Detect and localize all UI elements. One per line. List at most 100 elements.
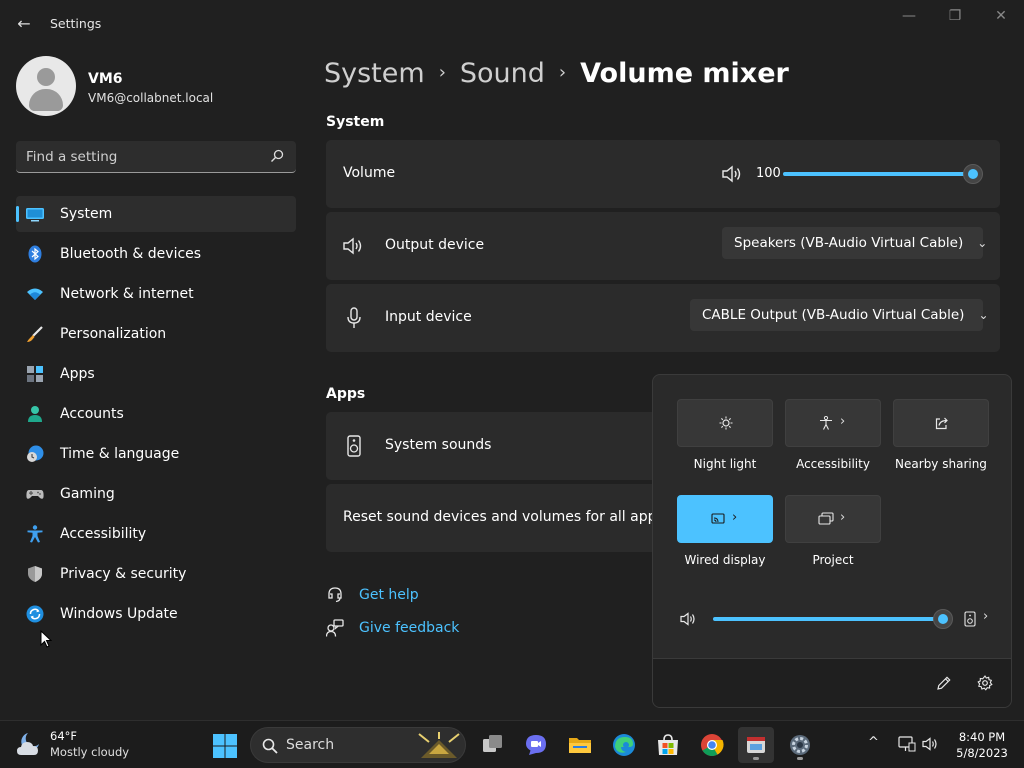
chat-button[interactable] bbox=[520, 729, 552, 761]
sidebar-item-network[interactable]: Network & internet bbox=[16, 276, 296, 312]
task-view-button[interactable] bbox=[477, 729, 509, 761]
network-icon[interactable] bbox=[898, 736, 916, 752]
clock-time[interactable]: 8:40 PM bbox=[947, 730, 1017, 744]
apps-icon bbox=[27, 366, 43, 382]
accessibility-icon bbox=[27, 525, 43, 543]
brush-icon bbox=[27, 326, 43, 342]
volume-slider-track[interactable] bbox=[783, 172, 973, 176]
input-device-dropdown[interactable]: CABLE Output (VB-Audio Virtual Cable) ⌄ bbox=[690, 299, 989, 331]
output-device-dropdown[interactable]: Speakers (VB-Audio Virtual Cable) ⌄ bbox=[722, 227, 987, 259]
sidebar-item-label: Accounts bbox=[60, 406, 124, 422]
cloud-moon-icon bbox=[17, 733, 39, 755]
sidebar-item-bluetooth[interactable]: Bluetooth & devices bbox=[16, 236, 296, 272]
back-arrow-icon[interactable]: ← bbox=[14, 14, 34, 34]
chrome-button[interactable] bbox=[696, 729, 728, 761]
reset-text: Reset sound devices and volumes for all … bbox=[343, 509, 702, 525]
sidebar-item-apps[interactable]: Apps bbox=[16, 356, 296, 392]
sidebar-item-accessibility[interactable]: Accessibility bbox=[16, 516, 296, 552]
quick-volume-slider-thumb[interactable] bbox=[933, 609, 953, 629]
store-button[interactable] bbox=[652, 729, 684, 761]
help-icon bbox=[328, 587, 342, 603]
sidebar-item-label: Apps bbox=[60, 366, 95, 382]
volume-mixer-app-button[interactable] bbox=[740, 729, 772, 761]
shield-icon bbox=[28, 566, 42, 582]
chat-icon bbox=[526, 735, 546, 755]
search-input[interactable] bbox=[26, 147, 266, 167]
volume-label: Volume bbox=[343, 165, 396, 181]
sidebar-item-windows-update[interactable]: Windows Update bbox=[16, 596, 296, 632]
volume-card: Volume 100 bbox=[326, 140, 1000, 208]
clock-date[interactable]: 5/8/2023 bbox=[947, 746, 1017, 760]
sidebar-item-label: Gaming bbox=[60, 486, 115, 502]
gear-icon bbox=[790, 735, 810, 755]
chevron-right-icon[interactable]: › bbox=[840, 414, 845, 429]
wired-display-tile[interactable]: › bbox=[677, 495, 773, 543]
start-button[interactable] bbox=[208, 729, 240, 761]
pencil-icon[interactable] bbox=[936, 675, 952, 691]
taskbar-search[interactable]: Search bbox=[250, 727, 466, 763]
user-name: VM6 bbox=[88, 71, 123, 87]
speaker-icon[interactable] bbox=[722, 164, 744, 184]
sidebar-item-accounts[interactable]: Accounts bbox=[16, 396, 296, 432]
project-tile[interactable]: › bbox=[785, 495, 881, 543]
running-indicator bbox=[753, 757, 759, 760]
output-device-card: Output device Speakers (VB-Audio Virtual… bbox=[326, 212, 1000, 280]
app-window-icon bbox=[747, 737, 765, 753]
give-feedback-text[interactable]: Give feedback bbox=[359, 620, 459, 636]
sidebar-item-personalization[interactable]: Personalization bbox=[16, 316, 296, 352]
section-title-apps: Apps bbox=[326, 386, 366, 402]
audio-output-icon[interactable] bbox=[963, 611, 977, 627]
accounts-icon bbox=[28, 406, 42, 422]
input-device-card: Input device CABLE Output (VB-Audio Virt… bbox=[326, 284, 1000, 352]
breadcrumb-system[interactable]: System bbox=[324, 58, 425, 89]
edge-button[interactable] bbox=[608, 729, 640, 761]
input-device-label: Input device bbox=[385, 309, 472, 325]
page-title: Volume mixer bbox=[580, 58, 789, 89]
nearby-sharing-label: Nearby sharing bbox=[895, 457, 987, 471]
file-explorer-button[interactable] bbox=[564, 729, 596, 761]
chevron-right-icon[interactable]: › bbox=[732, 510, 737, 525]
night-light-tile[interactable] bbox=[677, 399, 773, 447]
section-title-system: System bbox=[326, 114, 385, 130]
accessibility-tile[interactable]: › bbox=[785, 399, 881, 447]
quick-settings-panel: Night light › Accessibility Nearby shari… bbox=[652, 374, 1012, 708]
breadcrumb-separator: › bbox=[438, 62, 446, 83]
title-bar: ← Settings — ❐ ✕ bbox=[0, 0, 1024, 48]
speaker-icon[interactable] bbox=[922, 736, 940, 752]
breadcrumb: System › Sound › Volume mixer bbox=[324, 58, 789, 89]
chevron-right-icon[interactable]: › bbox=[840, 510, 845, 525]
tray-overflow-chevron-icon[interactable]: ^ bbox=[868, 735, 879, 750]
output-device-label: Output device bbox=[385, 237, 485, 253]
quick-volume-slider-track[interactable] bbox=[713, 617, 943, 621]
maximize-button[interactable]: ❐ bbox=[932, 8, 978, 28]
close-button[interactable]: ✕ bbox=[978, 8, 1024, 28]
folder-icon bbox=[569, 738, 591, 753]
sidebar-item-system[interactable]: System bbox=[16, 196, 296, 232]
clock-globe-icon bbox=[27, 445, 44, 462]
update-icon bbox=[26, 605, 44, 623]
sidebar-item-privacy-security[interactable]: Privacy & security bbox=[16, 556, 296, 592]
settings-search[interactable] bbox=[16, 141, 296, 173]
minimize-button[interactable]: — bbox=[886, 8, 932, 28]
settings-app-button[interactable] bbox=[784, 729, 816, 761]
gear-icon[interactable] bbox=[977, 675, 993, 691]
output-device-value: Speakers (VB-Audio Virtual Cable) bbox=[734, 235, 964, 251]
chevron-right-icon[interactable]: › bbox=[983, 609, 988, 624]
speaker-icon[interactable] bbox=[680, 611, 698, 627]
avatar bbox=[16, 56, 76, 116]
accessibility-icon bbox=[820, 416, 832, 430]
breadcrumb-sound[interactable]: Sound bbox=[460, 58, 545, 89]
windows-logo-icon bbox=[213, 734, 237, 758]
search-icon[interactable] bbox=[270, 149, 284, 163]
sidebar-item-gaming[interactable]: Gaming bbox=[16, 476, 296, 512]
share-icon bbox=[935, 417, 948, 430]
store-icon bbox=[658, 734, 678, 755]
volume-slider-thumb[interactable] bbox=[963, 164, 983, 184]
get-help-text[interactable]: Get help bbox=[359, 587, 419, 603]
mouse-cursor-icon bbox=[40, 630, 52, 648]
sidebar-item-label: Bluetooth & devices bbox=[60, 246, 202, 262]
system-sounds-label: System sounds bbox=[385, 437, 492, 453]
search-highlight-icon bbox=[418, 732, 460, 758]
sidebar-item-time-language[interactable]: Time & language bbox=[16, 436, 296, 472]
nearby-sharing-tile[interactable] bbox=[893, 399, 989, 447]
